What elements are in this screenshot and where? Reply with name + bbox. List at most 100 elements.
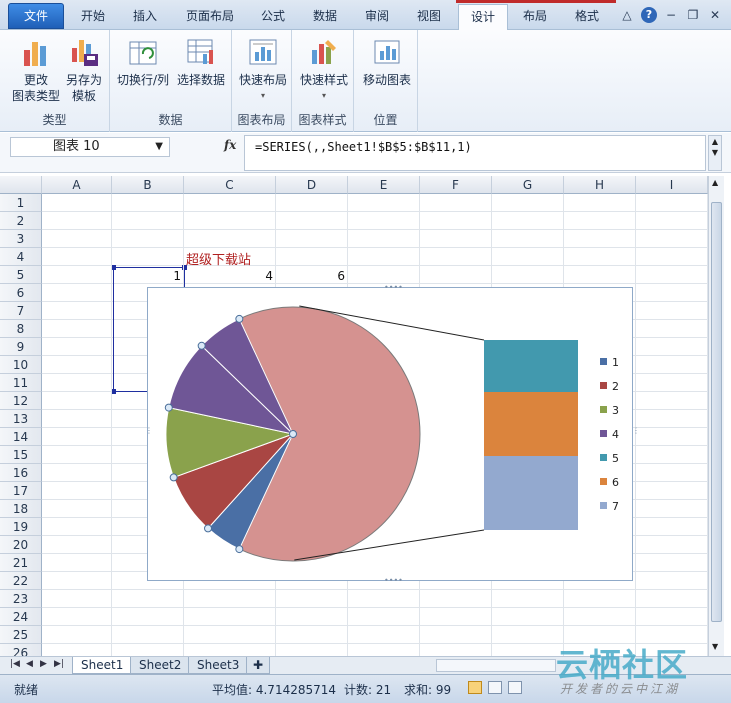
row-header-22[interactable]: 22: [0, 572, 42, 590]
row-header-17[interactable]: 17: [0, 482, 42, 500]
tab-insert[interactable]: 插入: [120, 4, 170, 30]
row-header-1[interactable]: 1: [0, 194, 42, 212]
series-point-handle-2[interactable]: [204, 524, 213, 533]
column-header-g[interactable]: G: [492, 176, 564, 194]
row-header-4[interactable]: 4: [0, 248, 42, 266]
column-header-c[interactable]: C: [184, 176, 276, 194]
chart-resize-handle-top[interactable]: ••••: [384, 284, 403, 292]
horizontal-scrollbar[interactable]: [436, 659, 556, 672]
minimize-icon[interactable]: −: [663, 7, 679, 23]
row-header-10[interactable]: 10: [0, 356, 42, 374]
insert-function-icon[interactable]: fx: [224, 138, 236, 152]
bar-segment-7[interactable]: [484, 456, 578, 530]
change-chart-type-button[interactable]: 更改 图表类型: [12, 36, 60, 104]
next-sheet-icon[interactable]: ▶: [40, 659, 47, 669]
vertical-scrollbar[interactable]: ▲ ▼: [708, 176, 724, 656]
tab-chart-layout[interactable]: 布局: [510, 4, 560, 30]
row-header-26[interactable]: 26: [0, 644, 42, 656]
tab-file[interactable]: 文件: [8, 3, 64, 29]
series-point-handle-4[interactable]: [164, 403, 173, 412]
select-data-button[interactable]: 选择数据: [174, 36, 228, 88]
row-header-24[interactable]: 24: [0, 608, 42, 626]
chart-resize-handle-left[interactable]: ⋮: [145, 427, 153, 435]
last-sheet-icon[interactable]: ▶|: [54, 659, 64, 669]
insert-sheet-icon[interactable]: ✚: [246, 657, 271, 674]
page-break-view-icon[interactable]: [508, 681, 522, 694]
grid-row-line: [42, 625, 708, 626]
series-point-handle-6[interactable]: [235, 314, 244, 323]
row-header-7[interactable]: 7: [0, 302, 42, 320]
quick-style-button[interactable]: 快速样式 ▾: [296, 36, 352, 104]
row-header-19[interactable]: 19: [0, 518, 42, 536]
tab-home[interactable]: 开始: [70, 4, 116, 30]
name-box-dropdown-icon[interactable]: ▼: [155, 138, 163, 156]
series-point-handle-3[interactable]: [169, 473, 178, 482]
bar-segment-6[interactable]: [484, 392, 578, 456]
first-sheet-icon[interactable]: |◀: [10, 659, 20, 669]
normal-view-icon[interactable]: [468, 681, 482, 694]
tab-format[interactable]: 格式: [562, 4, 612, 30]
column-header-d[interactable]: D: [276, 176, 348, 194]
row-header-23[interactable]: 23: [0, 590, 42, 608]
formula-input[interactable]: =SERIES(,,Sheet1!$B$5:$B$11,1): [244, 135, 706, 171]
cell-d5[interactable]: 6: [285, 269, 345, 283]
row-header-9[interactable]: 9: [0, 338, 42, 356]
quick-style-icon: [308, 36, 340, 68]
bar-of-pie-chart[interactable]: 1 2 3 4 5 6 7 •••• •••• ⋮ ⋮: [145, 284, 640, 585]
tab-page-layout[interactable]: 页面布局: [174, 4, 246, 30]
row-header-20[interactable]: 20: [0, 536, 42, 554]
restore-icon[interactable]: ❐: [685, 7, 701, 23]
tab-view[interactable]: 视图: [404, 4, 454, 30]
row-header-18[interactable]: 18: [0, 500, 42, 518]
row-header-11[interactable]: 11: [0, 374, 42, 392]
row-header-21[interactable]: 21: [0, 554, 42, 572]
switch-row-column-button[interactable]: 切换行/列: [116, 36, 170, 88]
row-header-15[interactable]: 15: [0, 446, 42, 464]
row-header-6[interactable]: 6: [0, 284, 42, 302]
column-header-e[interactable]: E: [348, 176, 420, 194]
row-header-13[interactable]: 13: [0, 410, 42, 428]
scroll-up-icon[interactable]: ▲: [712, 178, 718, 187]
row-header-25[interactable]: 25: [0, 626, 42, 644]
chart-resize-handle-bottom[interactable]: ••••: [384, 577, 403, 585]
close-icon[interactable]: ✕: [707, 7, 723, 23]
tab-formulas[interactable]: 公式: [250, 4, 296, 30]
legend-swatch-6: [600, 478, 607, 485]
row-header-8[interactable]: 8: [0, 320, 42, 338]
column-header-f[interactable]: F: [420, 176, 492, 194]
name-box[interactable]: 图表 10 ▼: [10, 137, 170, 157]
minimize-ribbon-icon[interactable]: △: [619, 7, 635, 23]
series-point-handle-1[interactable]: [235, 545, 244, 554]
prev-sheet-icon[interactable]: ◀: [26, 659, 33, 669]
series-point-handle-center[interactable]: [289, 430, 297, 438]
help-icon[interactable]: ?: [641, 7, 657, 23]
row-header-2[interactable]: 2: [0, 212, 42, 230]
column-header-a[interactable]: A: [42, 176, 112, 194]
row-header-12[interactable]: 12: [0, 392, 42, 410]
row-header-16[interactable]: 16: [0, 464, 42, 482]
save-as-template-button[interactable]: 另存为 模板: [62, 36, 106, 104]
bar-segment-5[interactable]: [484, 340, 578, 392]
sheet-tab-3[interactable]: Sheet3: [188, 657, 249, 674]
formula-bar-scroll[interactable]: ▲ ▼: [708, 135, 722, 171]
chart-resize-handle-right[interactable]: ⋮: [632, 427, 640, 435]
quick-layout-button[interactable]: 快速布局 ▾: [236, 36, 290, 104]
tab-data[interactable]: 数据: [300, 4, 350, 30]
row-header-5[interactable]: 5: [0, 266, 42, 284]
sheet-tab-1[interactable]: Sheet1: [72, 657, 133, 674]
sheet-tab-2[interactable]: Sheet2: [130, 657, 191, 674]
row-header-3[interactable]: 3: [0, 230, 42, 248]
column-header-i[interactable]: I: [636, 176, 708, 194]
vertical-scroll-thumb[interactable]: [711, 202, 722, 622]
cell-c5[interactable]: 4: [213, 269, 273, 283]
tab-design[interactable]: 设计: [458, 4, 508, 31]
select-all-corner[interactable]: [0, 176, 42, 194]
row-header-14[interactable]: 14: [0, 428, 42, 446]
scroll-down-icon[interactable]: ▼: [712, 642, 718, 651]
tab-review[interactable]: 审阅: [352, 4, 402, 30]
column-header-b[interactable]: B: [112, 176, 184, 194]
move-chart-button[interactable]: 移动图表: [358, 36, 416, 88]
page-layout-view-icon[interactable]: [488, 681, 502, 694]
series-point-handle-5[interactable]: [197, 341, 206, 350]
column-header-h[interactable]: H: [564, 176, 636, 194]
